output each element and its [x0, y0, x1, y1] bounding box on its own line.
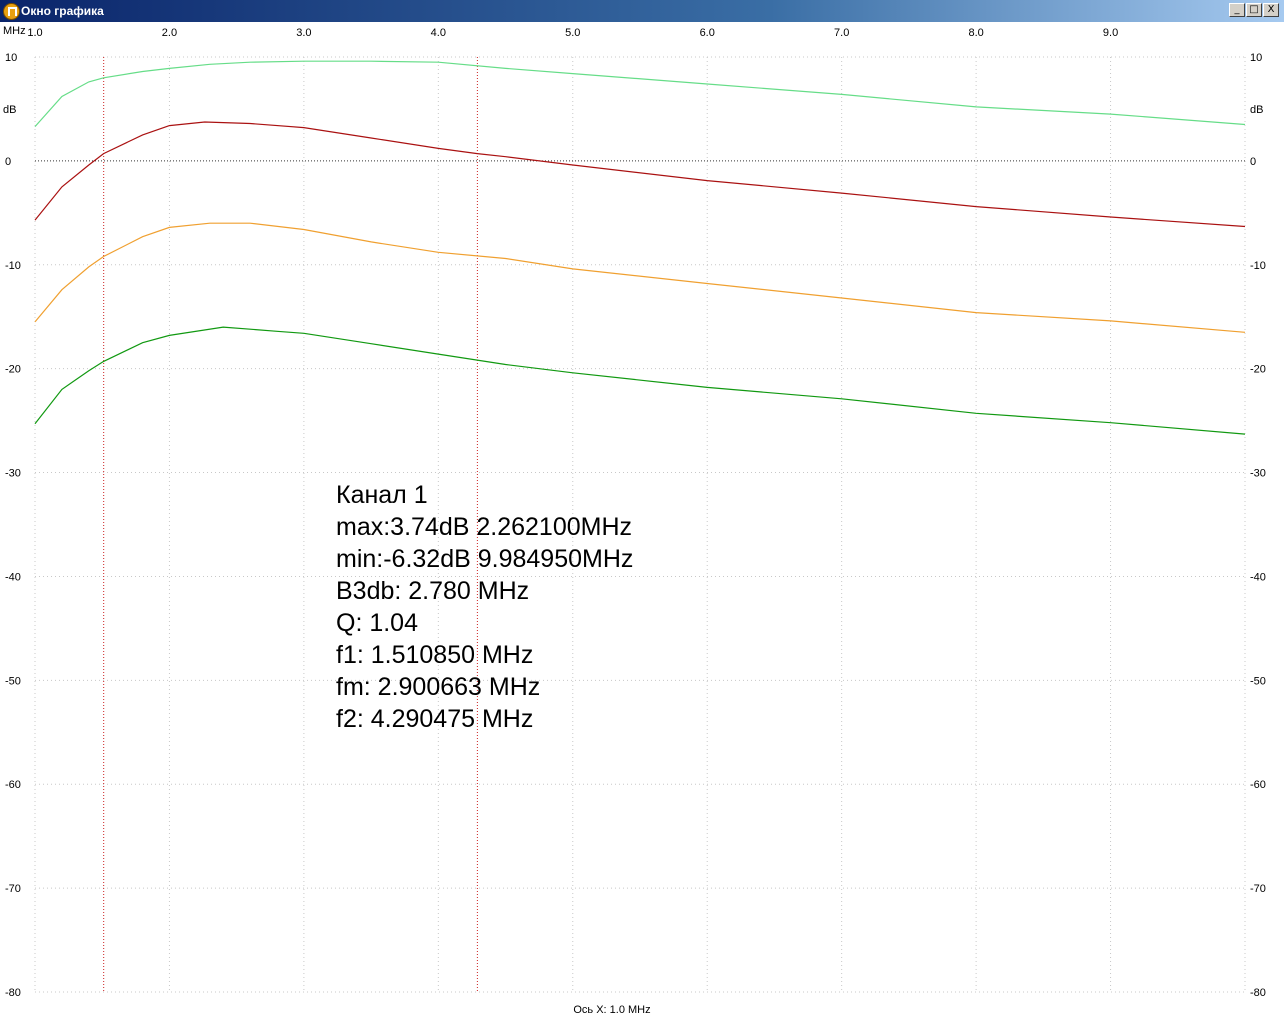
x-tick-label: 9.0 — [1103, 27, 1118, 39]
y-tick-label-left: -60 — [5, 779, 21, 791]
y-tick-label-right: -30 — [1250, 468, 1266, 480]
x-tick-label: 2.0 — [162, 27, 177, 39]
y-tick-label-left: 0 — [5, 156, 11, 168]
x-tick-label: 1.0 — [27, 27, 42, 39]
app-icon — [3, 3, 20, 20]
annotation-line: Канал 1 — [336, 481, 428, 509]
chart-background — [0, 22, 1284, 1024]
annotation-line: min:-6.32dB 9.984950MHz — [336, 545, 633, 573]
y-tick-label-right: 10 — [1250, 52, 1262, 64]
minimize-button[interactable]: _ — [1229, 3, 1245, 17]
y-tick-label-right: -40 — [1250, 571, 1266, 583]
x-tick-label: 7.0 — [834, 27, 849, 39]
y-tick-label-left: -30 — [5, 468, 21, 480]
annotation-line: f1: 1.510850 MHz — [336, 641, 533, 669]
y-tick-label-right: -60 — [1250, 779, 1266, 791]
y-tick-label-left: -50 — [5, 675, 21, 687]
y-tick-label-right: -50 — [1250, 675, 1266, 687]
annotation-line: B3db: 2.780 MHz — [336, 577, 529, 605]
x-tick-label: 3.0 — [296, 27, 311, 39]
y-tick-label-left: 10 — [5, 52, 17, 64]
x-tick-label: 8.0 — [968, 27, 983, 39]
y-tick-label-left: -80 — [5, 987, 21, 999]
x-tick-label: 5.0 — [565, 27, 580, 39]
x-tick-label: 6.0 — [700, 27, 715, 39]
annotation-line: Q: 1.04 — [336, 609, 418, 637]
annotation-line: f2: 4.290475 MHz — [336, 705, 533, 733]
y-tick-label-right: 0 — [1250, 156, 1256, 168]
annotation-line: max:3.74dB 2.262100MHz — [336, 513, 632, 541]
window-title: Окно графика — [21, 4, 104, 18]
y-tick-label-left: -20 — [5, 364, 21, 376]
window-titlebar[interactable]: Окно графика _ □ X — [0, 0, 1284, 22]
y-unit-label-right: dB — [1250, 104, 1263, 116]
y-tick-label-left: -10 — [5, 260, 21, 272]
maximize-button[interactable]: □ — [1246, 3, 1262, 17]
close-button[interactable]: X — [1263, 3, 1279, 17]
x-axis-caption: Ось X: 1.0 MHz — [573, 1004, 650, 1016]
y-tick-label-right: -10 — [1250, 260, 1266, 272]
chart-area: 1.0 2.0 3.0 4.0 5.0 6.0 7.0 8.0 9.0 MHz 10 10 0 0 -10 -… — [0, 22, 1284, 1024]
y-tick-label-right: -70 — [1250, 883, 1266, 895]
annotation-line: fm: 2.900663 MHz — [336, 673, 540, 701]
x-tick-label: 4.0 — [431, 27, 446, 39]
y-tick-label-left: -40 — [5, 571, 21, 583]
y-tick-label-left: -70 — [5, 883, 21, 895]
y-tick-label-right: -20 — [1250, 364, 1266, 376]
x-unit-label: MHz — [3, 25, 26, 37]
y-tick-label-right: -80 — [1250, 987, 1266, 999]
y-unit-label-left: dB — [3, 104, 16, 116]
